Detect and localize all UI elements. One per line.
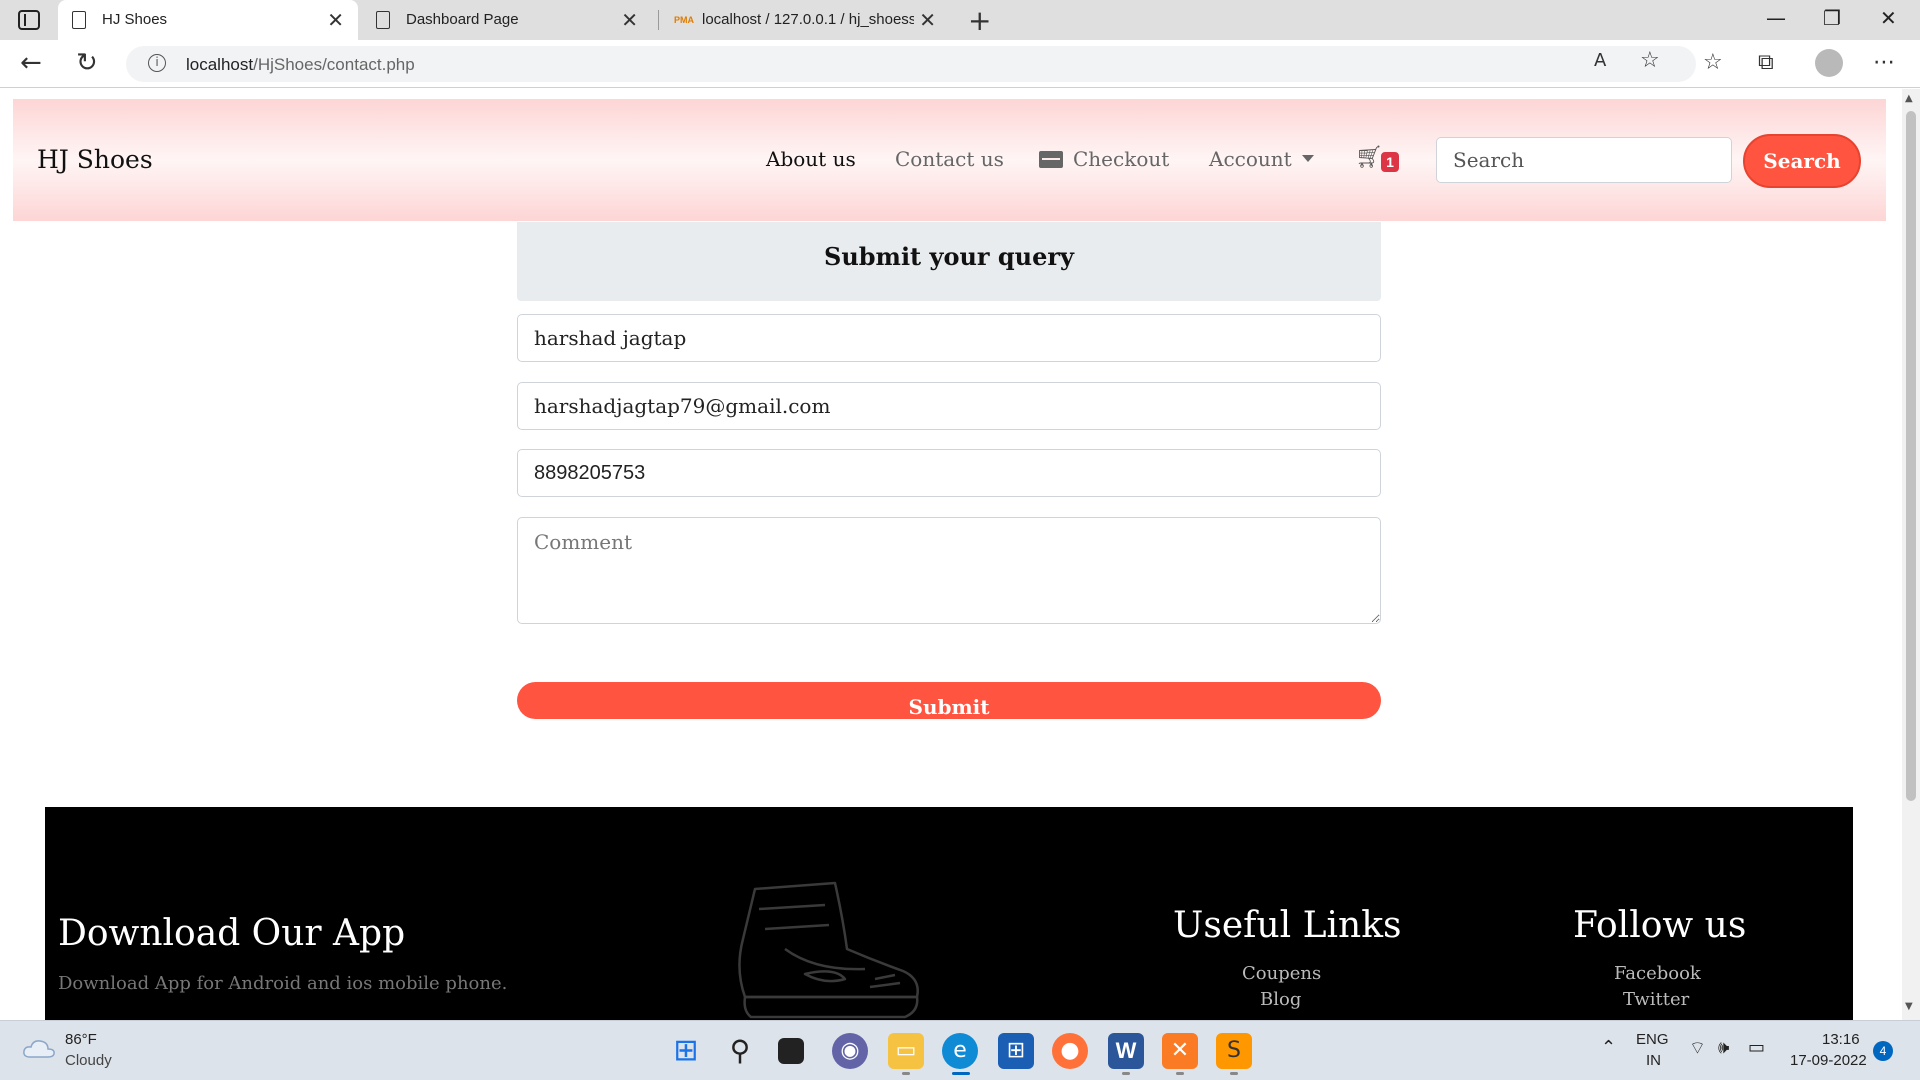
page-viewport: HJ Shoes About us Contact us Checkout Ac… <box>0 89 1902 1020</box>
window-close-icon[interactable]: ✕ <box>1880 6 1897 30</box>
scroll-thumb[interactable] <box>1906 111 1916 801</box>
close-icon[interactable]: ✕ <box>919 8 936 32</box>
shoe-illustration-icon <box>738 881 919 1019</box>
nav-account-dropdown[interactable]: Account <box>1209 147 1314 171</box>
phone-field[interactable] <box>517 449 1381 497</box>
running-indicator <box>1122 1072 1130 1075</box>
close-icon[interactable]: ✕ <box>621 8 638 32</box>
search-button[interactable]: Search <box>1743 134 1861 188</box>
footer-link-twitter[interactable]: Twitter <box>1623 989 1689 1010</box>
tab-title: localhost / 127.0.0.1 / hj_shoess <box>702 11 914 28</box>
useful-links-title: Useful Links <box>1173 905 1402 946</box>
info-icon[interactable]: i <box>148 54 166 72</box>
nav-checkout-label: Checkout <box>1073 147 1170 171</box>
active-app-indicator <box>952 1072 970 1075</box>
credit-card-icon <box>1039 151 1063 168</box>
wifi-icon[interactable]: ⌔ <box>1689 1037 1706 1060</box>
close-icon[interactable]: ✕ <box>327 8 344 32</box>
site-navbar: HJ Shoes About us Contact us Checkout Ac… <box>13 99 1886 221</box>
form-title: Submit your query <box>823 242 1074 271</box>
favorites-icon[interactable]: ☆ <box>1703 50 1723 75</box>
scroll-down-icon[interactable]: ▼ <box>1905 1001 1913 1012</box>
collections-icon[interactable]: ⧉ <box>1758 50 1774 75</box>
volume-icon[interactable]: 🕪︎ <box>1718 1037 1729 1058</box>
browser-tab-strip: HJ Shoes ✕ Dashboard Page ✕ PMA localhos… <box>0 0 1920 40</box>
download-app-title: Download Our App <box>58 913 406 954</box>
weather-condition[interactable]: Cloudy <box>65 1052 112 1069</box>
more-icon[interactable]: ⋯ <box>1873 50 1895 75</box>
teams-chat-icon[interactable]: ◉ <box>832 1033 868 1069</box>
site-footer: Download Our App Download App for Androi… <box>45 807 1853 1020</box>
page-scrollbar[interactable]: ▲ ▼ <box>1902 89 1920 1020</box>
minimize-icon[interactable]: — <box>1766 6 1786 30</box>
scroll-up-icon[interactable]: ▲ <box>1905 93 1913 104</box>
caret-down-icon <box>1301 155 1314 162</box>
region-indicator[interactable]: IN <box>1646 1052 1661 1069</box>
nav-checkout[interactable]: Checkout <box>1039 147 1169 171</box>
url-text: localhost/HjShoes/contact.php <box>186 55 415 75</box>
weather-temperature[interactable]: 86°F <box>65 1031 97 1048</box>
address-bar-row: ← ↻ i localhost/HjShoes/contact.php A ☆ … <box>0 40 1920 88</box>
footer-link-blog[interactable]: Blog <box>1260 989 1301 1010</box>
file-explorer-icon[interactable]: ▭ <box>888 1033 924 1069</box>
tab-dashboard[interactable]: Dashboard Page ✕ <box>362 0 652 40</box>
clock-date[interactable]: 17-09-2022 <box>1790 1052 1867 1069</box>
submit-button[interactable]: Submit <box>517 682 1381 719</box>
running-indicator <box>902 1072 910 1075</box>
notification-badge[interactable]: 4 <box>1873 1041 1893 1061</box>
language-indicator[interactable]: ENG <box>1636 1031 1669 1048</box>
running-indicator <box>1176 1072 1184 1075</box>
search-icon[interactable]: ⚲ <box>722 1033 758 1069</box>
phpmyadmin-icon: PMA <box>674 15 694 25</box>
microsoft-store-icon[interactable]: ⊞ <box>998 1033 1034 1069</box>
running-indicator <box>1230 1072 1238 1075</box>
name-field[interactable] <box>517 314 1381 362</box>
restore-icon[interactable]: ❐ <box>1823 6 1841 30</box>
brand-logo[interactable]: HJ Shoes <box>37 145 153 174</box>
word-icon[interactable]: W <box>1108 1033 1144 1069</box>
nav-account-label: Account <box>1209 147 1292 171</box>
page-icon <box>376 11 390 29</box>
chevron-up-icon[interactable]: ⌃ <box>1601 1037 1616 1058</box>
favorite-add-icon[interactable]: ☆ <box>1640 48 1660 73</box>
battery-icon[interactable]: ▭ <box>1748 1037 1765 1058</box>
firefox-icon[interactable]: ● <box>1052 1033 1088 1069</box>
tab-phpmyadmin[interactable]: PMA localhost / 127.0.0.1 / hj_shoess ✕ <box>660 0 950 40</box>
tab-separator <box>658 10 659 30</box>
windows-start-icon[interactable]: ⊞ <box>668 1033 704 1069</box>
url-field[interactable]: i localhost/HjShoes/contact.php A ☆ <box>126 46 1696 82</box>
back-icon[interactable]: ← <box>20 48 42 78</box>
profile-avatar[interactable] <box>1815 49 1843 77</box>
read-aloud-icon[interactable]: A <box>1594 50 1606 71</box>
download-app-subtitle: Download App for Android and ios mobile … <box>58 973 508 994</box>
tab-title: HJ Shoes <box>102 11 168 28</box>
new-tab-icon[interactable]: + <box>968 4 991 37</box>
nav-contact-us[interactable]: Contact us <box>895 147 1004 171</box>
url-path: /HjShoes/contact.php <box>253 55 415 74</box>
task-view-icon[interactable] <box>778 1038 804 1064</box>
edge-browser-icon[interactable]: e <box>942 1033 978 1069</box>
cloud-icon <box>23 1040 55 1058</box>
url-host: localhost <box>186 55 254 74</box>
clock-time[interactable]: 13:16 <box>1822 1031 1860 1048</box>
refresh-icon[interactable]: ↻ <box>76 48 98 78</box>
sublime-text-icon[interactable]: S <box>1216 1033 1252 1069</box>
follow-us-title: Follow us <box>1573 905 1747 946</box>
tab-actions-icon[interactable] <box>18 10 40 30</box>
form-header: Submit your query <box>517 222 1381 301</box>
nav-about-us[interactable]: About us <box>766 147 856 171</box>
cart-icon[interactable]: 🛒︎ <box>1355 145 1383 170</box>
xampp-icon[interactable]: ✕ <box>1162 1033 1198 1069</box>
footer-link-coupens[interactable]: Coupens <box>1242 963 1321 984</box>
footer-link-facebook[interactable]: Facebook <box>1614 963 1701 984</box>
tab-title: Dashboard Page <box>406 11 519 28</box>
comment-field[interactable] <box>517 517 1381 624</box>
taskbar: 86°F Cloudy ⊞ ⚲ ◉ ▭ e ⊞ ● W ✕ S ⌃ ENG IN… <box>0 1020 1920 1080</box>
email-field[interactable] <box>517 382 1381 430</box>
cart-count-badge: 1 <box>1381 152 1399 172</box>
tab-hj-shoes[interactable]: HJ Shoes ✕ <box>58 0 358 40</box>
page-icon <box>72 11 86 29</box>
search-input[interactable] <box>1436 137 1732 183</box>
